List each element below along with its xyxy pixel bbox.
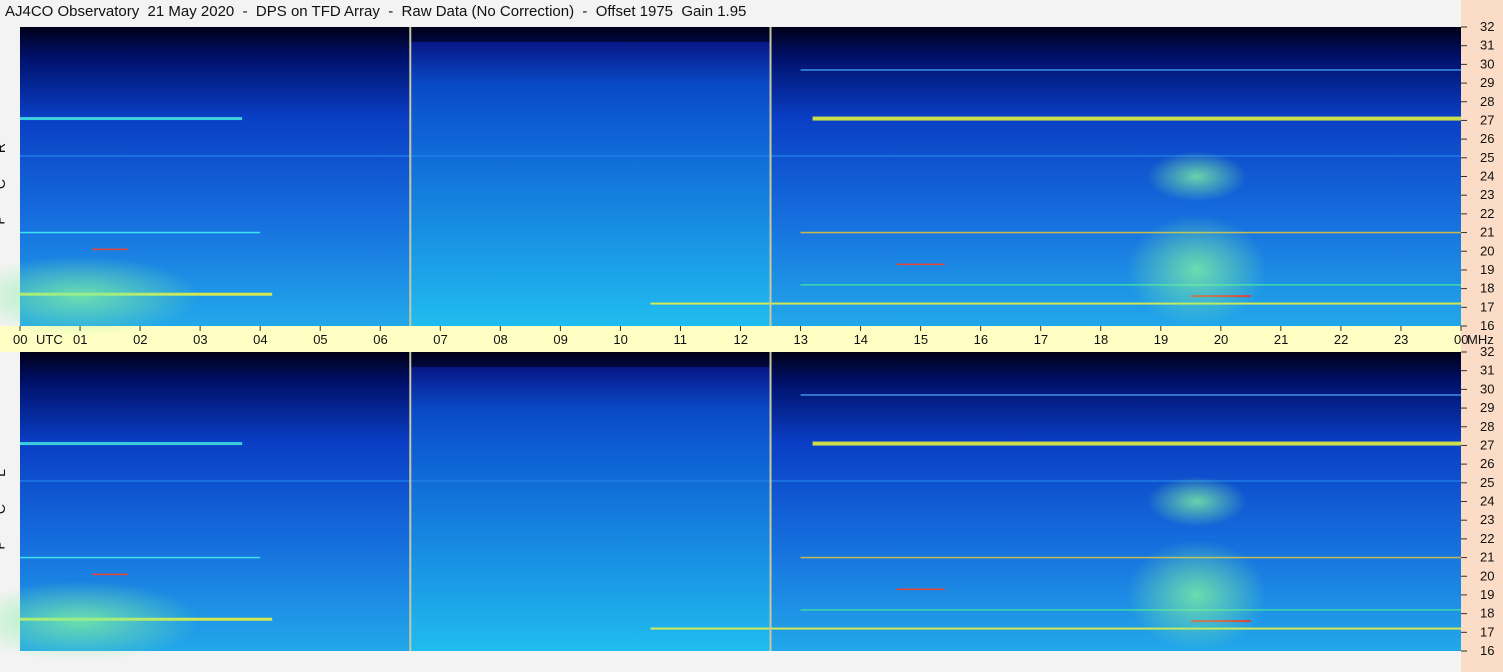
freq-tick-label: 19 xyxy=(1480,262,1494,277)
freq-tick-label: 20 xyxy=(1480,568,1494,583)
freq-tick-label: 19 xyxy=(1480,587,1494,602)
freq-tick-label: 16 xyxy=(1480,318,1494,333)
time-tick-label: 00 xyxy=(13,332,27,347)
emission-band xyxy=(92,248,129,251)
time-tick-label: 09 xyxy=(553,332,567,347)
time-tick-label: 15 xyxy=(914,332,928,347)
emission-band xyxy=(20,231,261,234)
freq-tick-label: 28 xyxy=(1480,419,1494,434)
time-tick-label: 14 xyxy=(854,332,868,347)
time-tick-label: 19 xyxy=(1154,332,1168,347)
rcp-panel xyxy=(0,27,1461,337)
emission-band xyxy=(20,556,261,559)
freq-tick-label: 30 xyxy=(1480,381,1494,396)
freq-tick-label: 17 xyxy=(1480,624,1494,639)
freq-tick-label: 22 xyxy=(1480,531,1494,546)
emission-band xyxy=(650,302,1461,305)
noise-burst xyxy=(1126,214,1267,325)
freq-tick-label: 29 xyxy=(1480,400,1494,415)
time-tick-label: 21 xyxy=(1274,332,1288,347)
daylight-region xyxy=(410,41,771,326)
time-tick-label: 07 xyxy=(433,332,447,347)
freq-tick-label: 31 xyxy=(1480,363,1494,378)
emission-band xyxy=(896,263,945,266)
freq-tick-label: 20 xyxy=(1480,243,1494,258)
emission-band xyxy=(800,69,1461,71)
emission-band xyxy=(812,441,1461,446)
time-tick-label: 05 xyxy=(313,332,327,347)
freq-tick-label: 24 xyxy=(1480,494,1494,509)
time-tick-label: 04 xyxy=(253,332,267,347)
freq-tick-label: 26 xyxy=(1480,131,1494,146)
freq-tick-label: 24 xyxy=(1480,169,1494,184)
time-tick-label: 23 xyxy=(1394,332,1408,347)
time-tick-label: 22 xyxy=(1334,332,1348,347)
noise-burst xyxy=(1146,476,1247,527)
freq-tick-label: 23 xyxy=(1480,187,1494,202)
freq-tick-label: 30 xyxy=(1480,56,1494,71)
freq-tick-label: 31 xyxy=(1480,38,1494,53)
lcp-panel xyxy=(0,352,1461,662)
noise-burst xyxy=(1146,151,1247,202)
emission-band xyxy=(800,231,1461,234)
emission-band xyxy=(20,117,243,121)
freq-tick-label: 27 xyxy=(1480,112,1494,127)
emission-band xyxy=(800,556,1461,559)
emission-band xyxy=(20,480,1461,482)
emission-band xyxy=(20,155,1461,157)
time-tick-label: 06 xyxy=(373,332,387,347)
freq-tick-label: 32 xyxy=(1480,19,1494,34)
freq-tick-label: 17 xyxy=(1480,299,1494,314)
mhz-label: MHz xyxy=(1467,332,1494,347)
time-tick-label: 12 xyxy=(734,332,748,347)
emission-band xyxy=(896,588,945,591)
freq-tick-label: 18 xyxy=(1480,606,1494,621)
time-tick-label: 18 xyxy=(1094,332,1108,347)
time-tick-label: 11 xyxy=(673,332,687,347)
freq-tick-label: 16 xyxy=(1480,643,1494,658)
freq-tick-label: 25 xyxy=(1480,475,1494,490)
freq-tick-label: 23 xyxy=(1480,512,1494,527)
freq-tick-label: 21 xyxy=(1480,225,1494,240)
time-tick-label: 03 xyxy=(193,332,207,347)
freq-tick-label: 29 xyxy=(1480,75,1494,90)
time-tick-label: 02 xyxy=(133,332,147,347)
time-tick-label: 20 xyxy=(1214,332,1228,347)
emission-band xyxy=(800,394,1461,396)
freq-tick-label: 26 xyxy=(1480,456,1494,471)
emission-band xyxy=(92,573,129,576)
time-tick-label: 08 xyxy=(493,332,507,347)
time-tick-label: 01 xyxy=(73,332,87,347)
time-tick-label: 16 xyxy=(974,332,988,347)
time-tick-label: 13 xyxy=(794,332,808,347)
freq-tick-label: 22 xyxy=(1480,206,1494,221)
freq-tick-label: 21 xyxy=(1480,550,1494,565)
noise-burst xyxy=(1126,539,1267,650)
time-tick-label: 10 xyxy=(613,332,627,347)
utc-label: UTC xyxy=(36,332,63,347)
emission-band xyxy=(20,442,243,446)
freq-tick-label: 18 xyxy=(1480,281,1494,296)
freq-tick-label: 28 xyxy=(1480,94,1494,109)
freq-tick-label: 27 xyxy=(1480,437,1494,452)
emission-band xyxy=(650,627,1461,630)
daylight-region xyxy=(410,366,771,651)
freq-tick-label: 25 xyxy=(1480,150,1494,165)
spectrogram-chart: 3231302928272625242322212019181716323130… xyxy=(0,19,1494,662)
time-tick-label: 17 xyxy=(1034,332,1048,347)
emission-band xyxy=(812,116,1461,121)
